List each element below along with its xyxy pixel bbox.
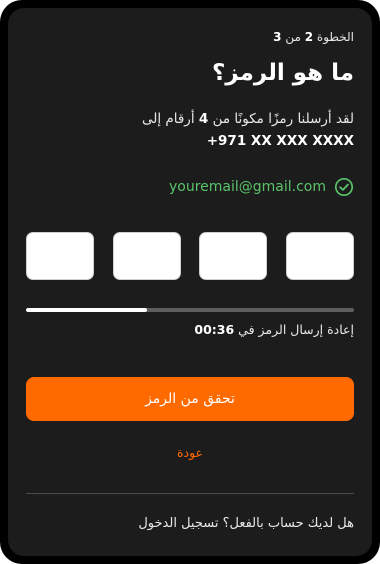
description-digits: 4 <box>198 111 209 127</box>
page-title: ما هو الرمز؟ <box>212 60 354 86</box>
otp-input-group <box>26 232 354 282</box>
otp-digit-2[interactable] <box>112 232 181 280</box>
device-frame: الخطوة 2 من 3 ما هو الرمز؟ لقد أرسلنا رم… <box>0 0 380 564</box>
resend-timer-progress <box>26 308 354 312</box>
step-total: 3 <box>273 30 282 44</box>
progress-fill <box>26 308 148 312</box>
check-circle-icon <box>334 177 354 197</box>
step-indicator: الخطوة 2 من 3 <box>273 30 354 44</box>
login-prompt[interactable]: هل لديك حساب بالفعل؟ تسجيل الدخول <box>138 516 354 531</box>
otp-digit-4[interactable] <box>285 232 354 280</box>
resend-label: إعادة إرسال الرمز في <box>238 322 354 337</box>
resend-timer: إعادة إرسال الرمز في 00:36 <box>194 322 354 337</box>
otp-digit-3[interactable] <box>199 232 268 280</box>
divider <box>26 493 354 494</box>
step-current: 2 <box>304 30 314 44</box>
step-prefix: الخطوة <box>316 30 354 44</box>
back-link[interactable]: عودة <box>26 445 354 460</box>
description-text-before: لقد أرسلنا رمزًا مكونًا من <box>212 111 354 127</box>
code-description: لقد أرسلنا رمزًا مكونًا من 4 أرقام إلى +… <box>24 108 354 152</box>
email-address: youremail@gmail.com <box>168 179 326 195</box>
email-row: youremail@gmail.com <box>169 177 354 197</box>
verification-screen: الخطوة 2 من 3 ما هو الرمز؟ لقد أرسلنا رم… <box>8 8 372 556</box>
resend-time: 00:36 <box>194 322 235 337</box>
otp-digit-1[interactable] <box>26 232 94 280</box>
verify-code-button[interactable]: تحقق من الرمز <box>26 377 354 421</box>
step-separator: من <box>285 30 301 44</box>
phone-number: +971 XX XXX XXXX <box>206 133 354 149</box>
description-text-after: أرقام إلى <box>141 111 195 127</box>
